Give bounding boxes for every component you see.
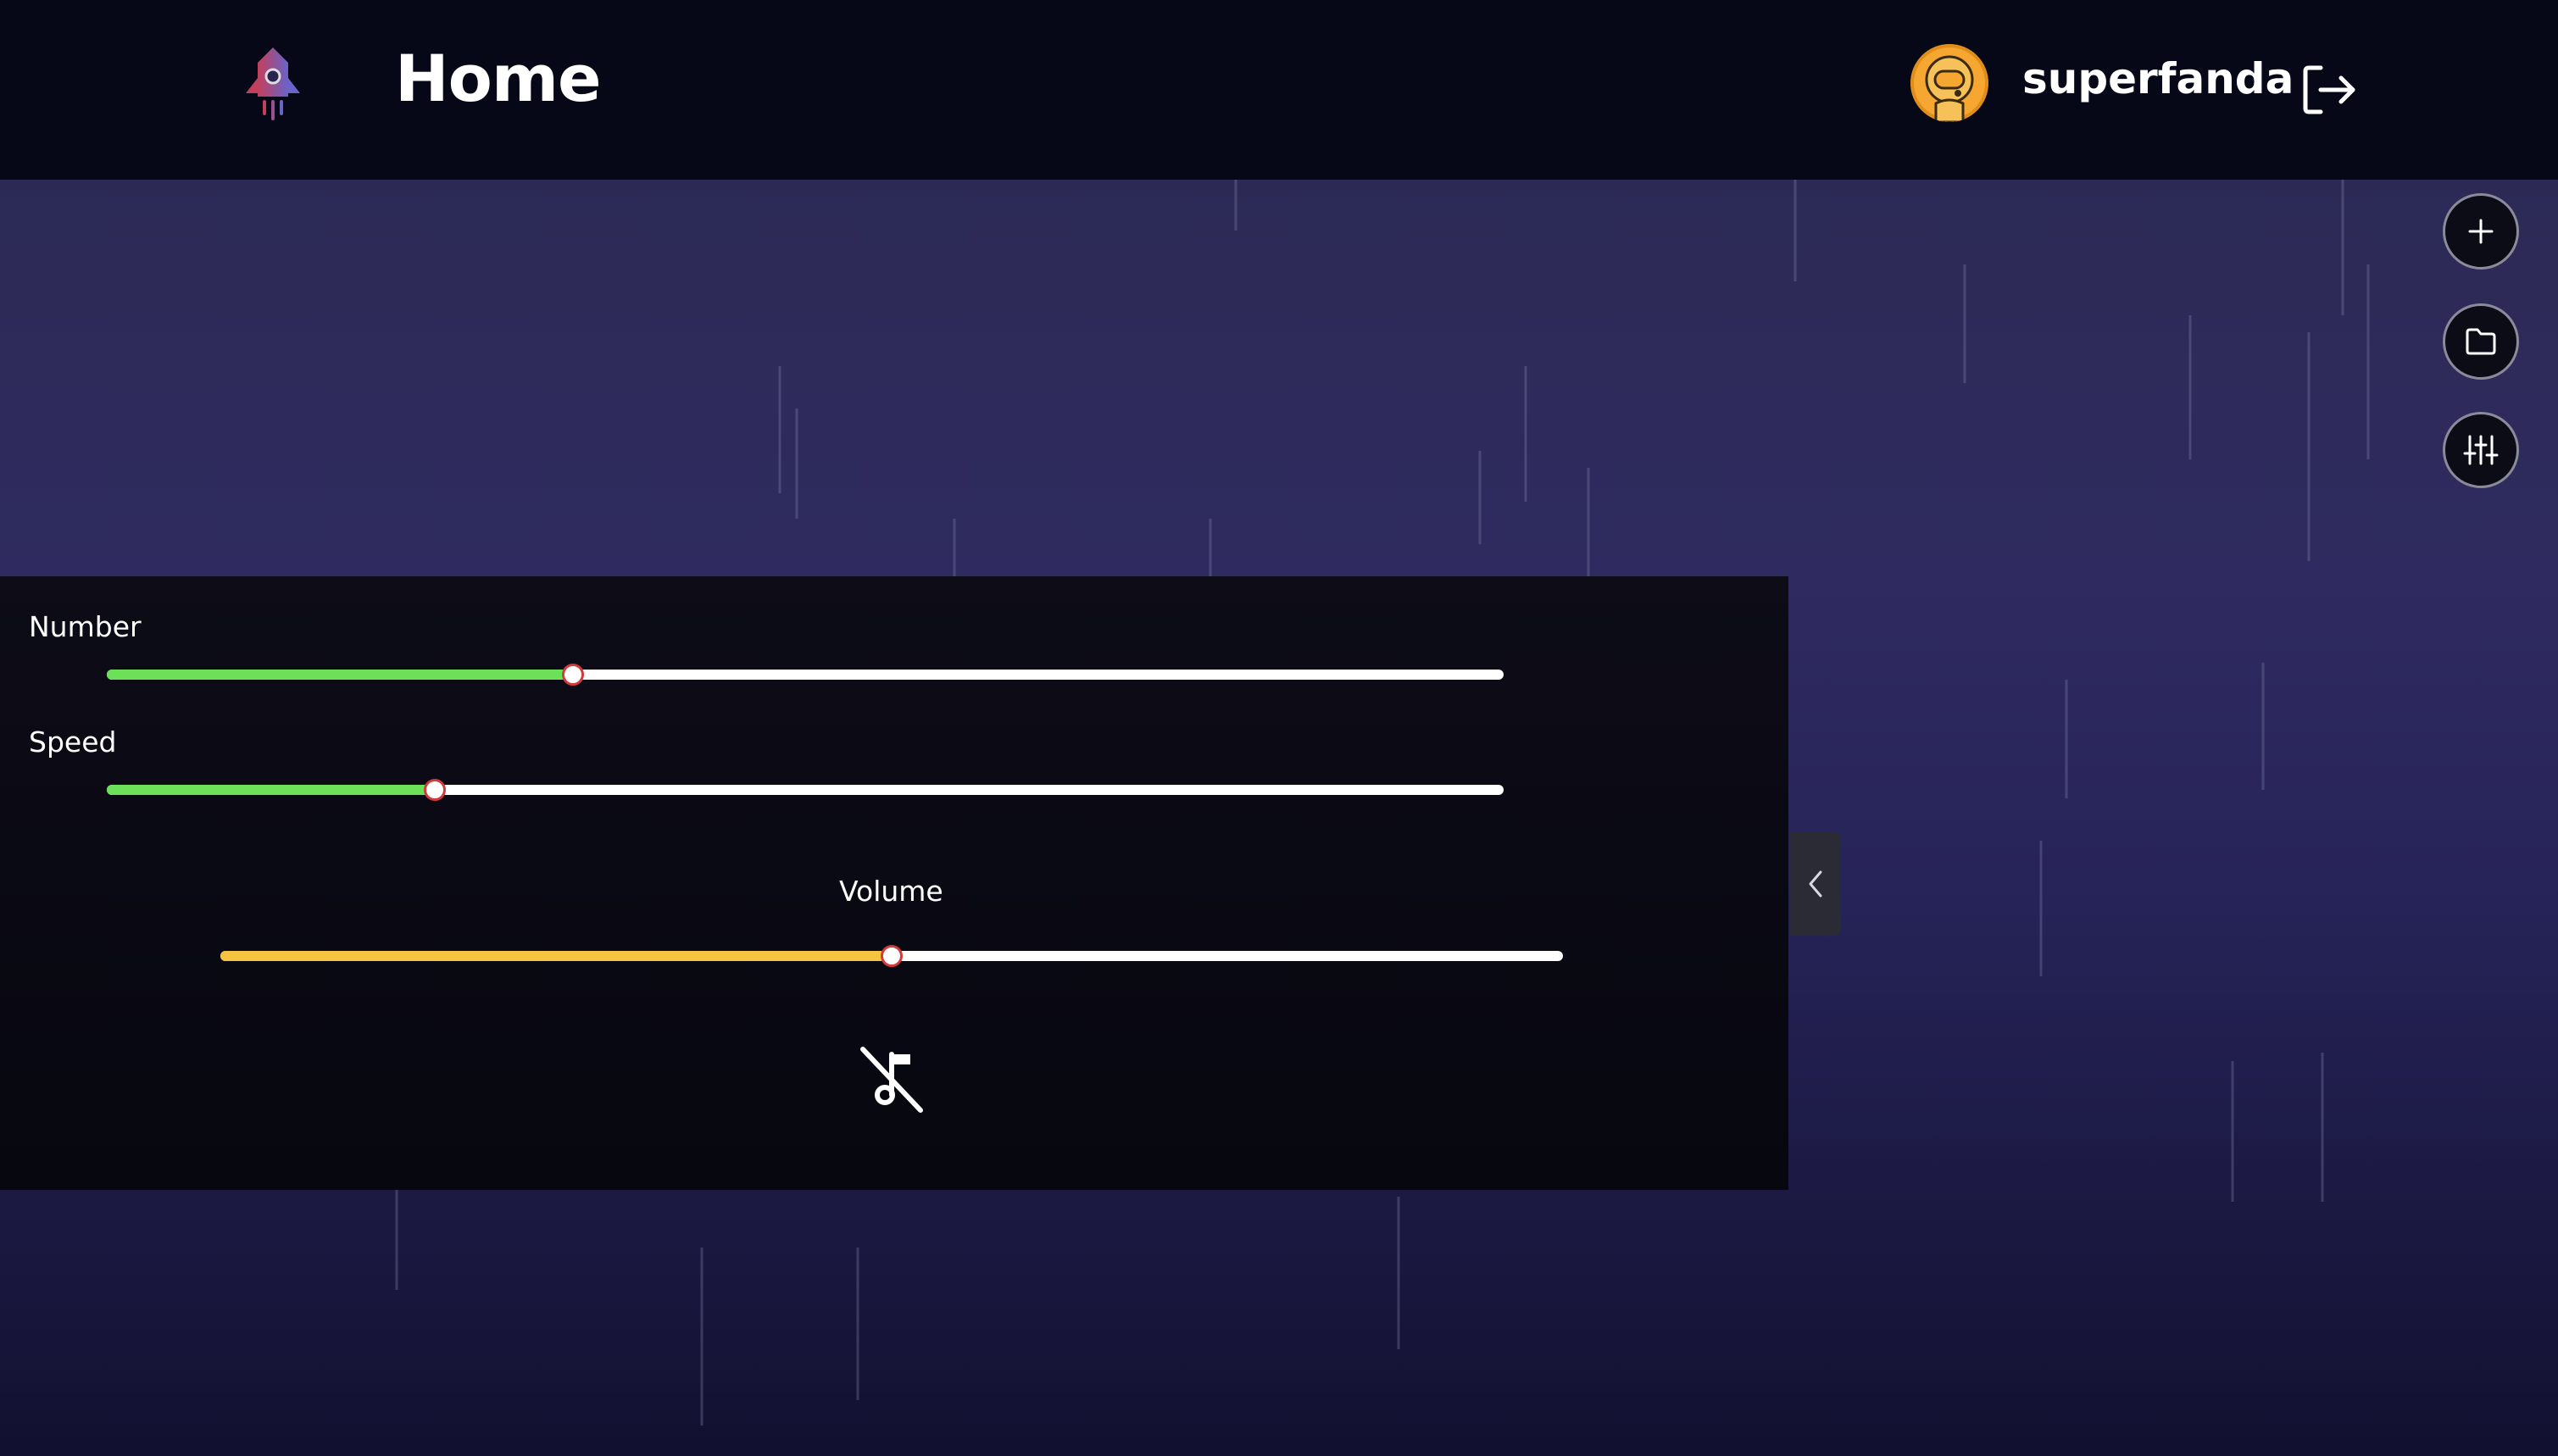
add-button[interactable] <box>2443 193 2519 270</box>
logout-icon[interactable] <box>2300 63 2360 117</box>
settings-button[interactable] <box>2443 412 2519 488</box>
number-slider[interactable] <box>107 664 1504 686</box>
username: superfanda <box>2022 54 2294 103</box>
collapse-panel-button[interactable] <box>1790 832 1841 936</box>
open-folder-button[interactable] <box>2443 303 2519 380</box>
volume-slider-fill <box>220 951 892 961</box>
top-navigation-bar: Home superfanda <box>0 0 2558 180</box>
speed-slider-fill <box>107 785 436 795</box>
number-label: Number <box>29 610 142 643</box>
astronaut-avatar-icon <box>1910 44 1988 122</box>
user-avatar[interactable] <box>1910 44 1988 122</box>
music-off-icon[interactable] <box>858 1046 926 1114</box>
page-title: Home <box>395 41 602 116</box>
speed-slider-thumb[interactable] <box>424 779 447 801</box>
number-slider-thumb[interactable] <box>562 664 585 686</box>
sliders-icon <box>2463 435 2499 465</box>
volume-slider-thumb[interactable] <box>881 945 903 967</box>
folder-icon <box>2466 328 2496 355</box>
speed-label: Speed <box>29 725 117 759</box>
volume-slider[interactable] <box>220 945 1563 967</box>
chevron-left-icon <box>1809 870 1822 897</box>
speed-slider[interactable] <box>107 779 1504 801</box>
number-slider-fill <box>107 670 574 680</box>
plus-icon <box>2468 219 2494 244</box>
volume-label: Volume <box>839 875 943 908</box>
rocket-icon[interactable] <box>239 44 307 122</box>
